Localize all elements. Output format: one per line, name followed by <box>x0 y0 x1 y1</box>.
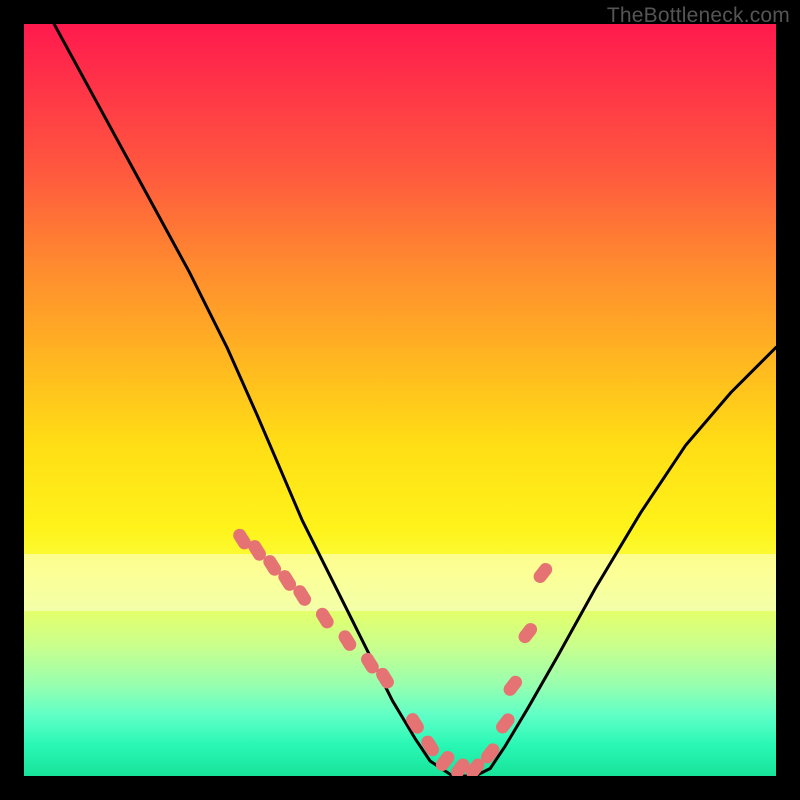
marker-dot <box>448 756 472 776</box>
chart-svg <box>24 24 776 776</box>
marker-dot <box>313 605 336 631</box>
marker-dot <box>336 628 359 654</box>
marker-dot <box>359 650 382 676</box>
marker-dot <box>463 756 487 776</box>
marker-dot <box>493 711 517 736</box>
marker-dot <box>231 526 254 552</box>
marker-dot <box>276 568 299 594</box>
curve-group <box>54 24 776 776</box>
marker-dot <box>531 560 555 585</box>
bottleneck-curve <box>54 24 776 776</box>
marker-dots <box>231 526 555 776</box>
chart-plot-area <box>24 24 776 776</box>
marker-dot <box>374 665 397 691</box>
marker-dot <box>404 711 427 737</box>
marker-dot <box>516 620 540 645</box>
highlight-band <box>24 554 776 610</box>
marker-dot <box>501 673 525 698</box>
marker-dot <box>478 741 502 766</box>
chart-frame: TheBottleneck.com <box>0 0 800 800</box>
marker-dot <box>291 583 314 609</box>
marker-dot <box>261 553 284 579</box>
marker-dot <box>246 538 269 564</box>
marker-dot <box>419 733 442 759</box>
marker-dot <box>433 748 457 773</box>
